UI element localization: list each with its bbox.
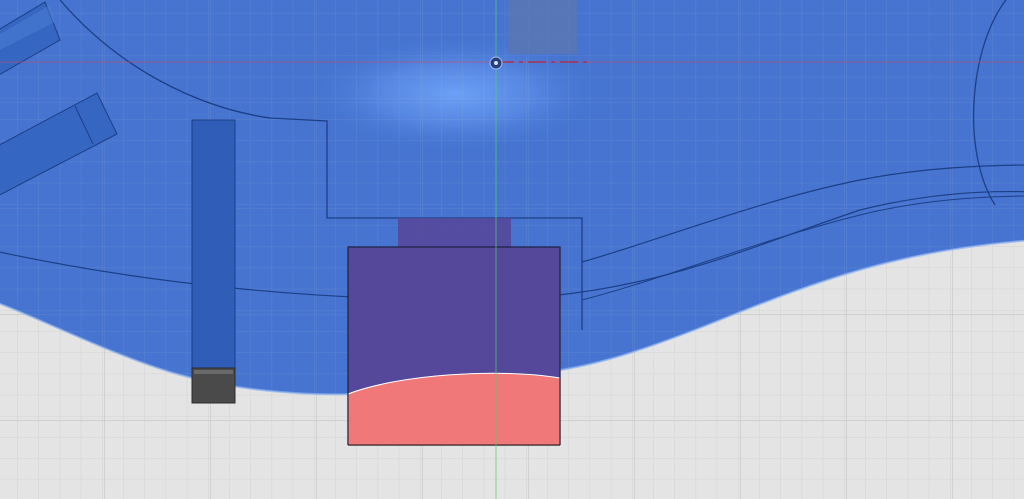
origin-point-icon[interactable]	[489, 56, 503, 70]
block-neck[interactable]	[398, 218, 511, 248]
central-block[interactable]	[347, 218, 561, 446]
vertical-pin[interactable]	[191, 119, 236, 404]
top-tab-feature[interactable]	[507, 0, 577, 54]
design-canvas[interactable]	[0, 0, 1024, 499]
